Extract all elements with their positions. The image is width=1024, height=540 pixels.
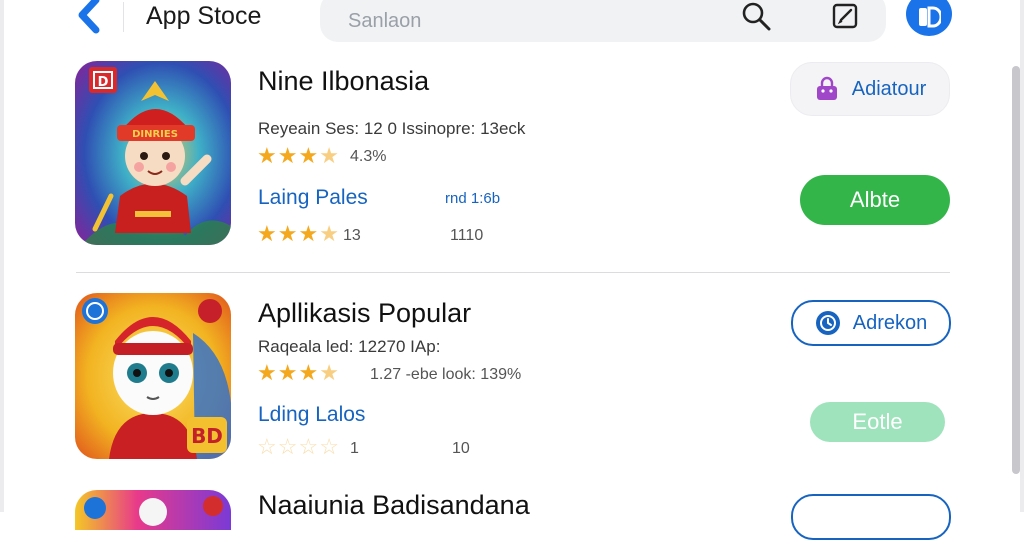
star-icon: ★ xyxy=(277,360,298,385)
back-button[interactable] xyxy=(72,0,108,34)
star-icon: ★ xyxy=(257,360,277,385)
wishlist-button[interactable]: Adrekon xyxy=(791,300,951,346)
secondary-rating-stars: ☆ ☆ ☆ ☆ xyxy=(257,436,339,458)
star-icon: ★ xyxy=(319,221,339,246)
star-icon: ★ xyxy=(319,360,339,385)
download-count: 1110 xyxy=(450,227,484,244)
wishlist-button[interactable] xyxy=(791,494,951,540)
search-bar[interactable] xyxy=(320,0,886,42)
rating-stars: ★ ★ ★ ★ xyxy=(257,362,339,384)
star-icon: ★ xyxy=(277,143,298,168)
app-name[interactable]: Nine Ilbonasia xyxy=(258,66,429,97)
wishlist-button-label: Adiatour xyxy=(851,77,927,100)
star-icon: ★ xyxy=(298,143,319,168)
svg-text:BD: BD xyxy=(191,424,223,448)
star-icon: ★ xyxy=(257,221,277,246)
app-category-link[interactable]: Lding Lalos xyxy=(258,403,365,427)
star-icon: ★ xyxy=(257,143,277,168)
toolbar-divider xyxy=(123,2,124,32)
star-icon: ★ xyxy=(319,143,339,168)
app-icon[interactable]: BD xyxy=(75,293,231,459)
review-count: 1 xyxy=(350,440,359,457)
app-name[interactable]: Naaiunia Badisandana xyxy=(258,490,530,521)
download-count: 10 xyxy=(452,440,470,457)
app-meta: Raqeala led: 12270 IAp: xyxy=(258,337,441,356)
star-icon: ★ xyxy=(298,360,319,385)
row-divider xyxy=(76,272,950,273)
rating-stars: ★ ★ ★ ★ xyxy=(257,145,339,167)
secondary-rating-stars: ★ ★ ★ ★ xyxy=(257,223,339,245)
wishlist-button[interactable]: Adiatour xyxy=(790,62,950,116)
edit-icon[interactable] xyxy=(830,0,862,32)
profile-button[interactable] xyxy=(906,0,952,36)
back-chevron-icon xyxy=(78,0,100,34)
clock-icon xyxy=(815,311,840,335)
window-frame-left xyxy=(0,0,4,512)
profile-icon xyxy=(919,6,941,28)
svg-text:D: D xyxy=(98,75,109,90)
review-count: 13 xyxy=(343,227,361,244)
star-icon: ☆ xyxy=(319,434,339,459)
app-meta: Reyeain Ses: 12 0 Issinopre: 13eck xyxy=(258,119,526,138)
scrollbar-thumb[interactable] xyxy=(1012,66,1020,474)
app-icon-artwork xyxy=(75,490,231,530)
install-button[interactable]: Eotle xyxy=(810,402,945,442)
rating-text: 1.27 -ebe look: 139% xyxy=(370,366,522,383)
app-title: App Stoce xyxy=(146,2,262,30)
app-name[interactable]: Apllikasis Popular xyxy=(258,298,471,329)
app-icon-artwork: BD xyxy=(75,293,231,459)
app-icon-artwork: D DINRIES xyxy=(75,61,231,245)
star-icon: ★ xyxy=(298,221,319,246)
app-category-link[interactable]: Laing Pales xyxy=(258,186,368,210)
app-icon[interactable]: D DINRIES xyxy=(75,61,231,245)
star-icon: ☆ xyxy=(298,434,319,459)
wishlist-button-label: Adrekon xyxy=(852,311,928,334)
app-detail: rnd 1:6b xyxy=(445,190,501,207)
install-button[interactable]: Albte xyxy=(800,175,950,225)
bag-icon xyxy=(816,76,837,100)
rating-text: 4.3% xyxy=(350,148,387,165)
app-icon[interactable] xyxy=(75,490,231,530)
search-input[interactable] xyxy=(346,6,730,36)
star-icon: ☆ xyxy=(277,434,298,459)
search-icon[interactable] xyxy=(740,0,774,34)
svg-text:DINRIES: DINRIES xyxy=(132,129,178,140)
star-icon: ☆ xyxy=(257,434,277,459)
star-icon: ★ xyxy=(277,221,298,246)
